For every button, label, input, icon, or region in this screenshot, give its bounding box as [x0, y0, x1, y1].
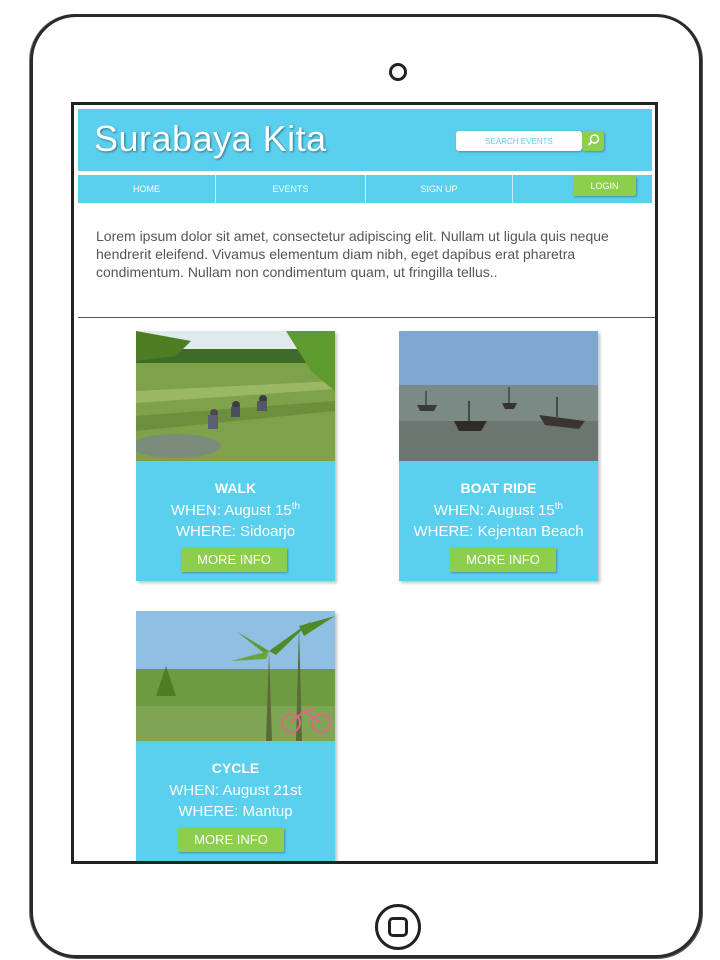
more-info-button[interactable]: MORE INFO [450, 548, 556, 572]
login-button[interactable]: LOGIN [573, 176, 636, 196]
event-title: WALK [214, 480, 257, 496]
nav-sign-up[interactable]: SIGN UP [366, 175, 512, 203]
site-title: Surabaya Kita [94, 118, 327, 159]
search-bar [456, 131, 604, 153]
rice-field-photo [136, 331, 335, 461]
nav-home[interactable]: HOME [78, 175, 215, 203]
event-date: WHEN: August 15th [399, 501, 598, 519]
event-location: WHERE: Sidoarjo [175, 523, 296, 540]
nav-events[interactable]: EVENTS [216, 175, 365, 203]
nav-divider [512, 175, 513, 203]
event-date-text: WHEN: August 15 [170, 502, 292, 519]
event-card-boat-ride: BOAT RIDE WHEN: August 15th WHERE: Kejen… [399, 331, 598, 581]
date-suffix: th [291, 501, 301, 512]
event-date: WHEN: August 21st [136, 781, 335, 799]
banana-trees-bicycle-photo [136, 611, 335, 741]
search-icon [587, 134, 600, 146]
divider [78, 317, 655, 318]
home-button[interactable] [375, 904, 421, 950]
more-info-button[interactable]: MORE INFO [181, 548, 287, 572]
event-card-cycle: CYCLE WHEN: August 21st WHERE: Mantup MO… [136, 611, 335, 861]
event-card-walk: WALK WHEN: August 15th WHERE: Sidoarjo M… [136, 331, 335, 581]
header: Surabaya Kita [78, 109, 652, 171]
event-location: WHERE: Kejentan Beach [413, 523, 584, 540]
event-title: BOAT RIDE [460, 480, 537, 496]
date-suffix: th [554, 501, 564, 512]
search-input[interactable] [456, 131, 582, 151]
event-title: CYCLE [211, 760, 260, 776]
nav-bar: HOME EVENTS SIGN UP LOGIN [78, 175, 652, 203]
search-button[interactable] [582, 131, 604, 151]
screen: Surabaya Kita HOME EVENTS SIGN UP LOGIN … [71, 102, 658, 864]
event-date-text: WHEN: August 21st [169, 782, 302, 799]
home-button-icon [388, 917, 408, 937]
event-date-text: WHEN: August 15 [433, 502, 555, 519]
event-date: WHEN: August 15th [136, 501, 335, 519]
event-location: WHERE: Mantup [178, 803, 293, 820]
more-info-button[interactable]: MORE INFO [178, 828, 284, 852]
intro-text: Lorem ipsum dolor sit amet, consectetur … [96, 228, 609, 280]
boats-photo [399, 331, 598, 461]
camera-icon [389, 63, 407, 81]
